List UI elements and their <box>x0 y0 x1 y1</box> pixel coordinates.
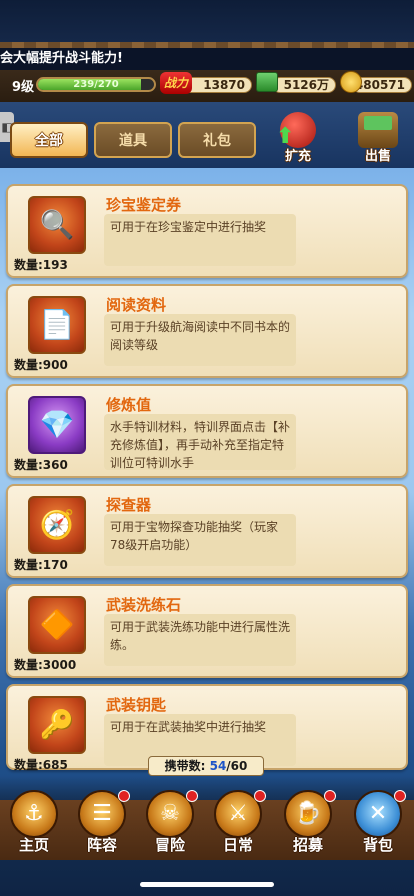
item-name: 修炼值 <box>106 396 152 414</box>
nav-label: 阵容 <box>86 836 117 854</box>
notification-dot <box>254 790 266 802</box>
news-ticker: 会大幅提升战斗能力! <box>0 48 414 70</box>
item-card[interactable]: 🔍 数量:193 珍宝鉴定券 可用于在珍宝鉴定中进行抽奖 <box>6 184 408 278</box>
item-card[interactable]: 💎 数量:360 修炼值 水手特训材料，特训界面点击【补充修炼值】，再手动补充至… <box>6 384 408 478</box>
item-description: 可用于升级航海阅读中不同书本的阅读等级 <box>104 314 296 366</box>
carry-counter: 携带数: 54/60 <box>148 756 264 776</box>
gold-coin-icon <box>340 71 362 93</box>
nav-recruit[interactable]: 🍺 招募 <box>278 790 338 856</box>
magnifier-icon: 🔍 <box>28 196 86 254</box>
notification-dot <box>118 790 130 802</box>
notification-dot <box>394 790 406 802</box>
item-quantity: 数量:170 <box>14 558 68 572</box>
item-name: 武装钥匙 <box>106 696 167 714</box>
item-name: 探查器 <box>106 496 152 514</box>
nav-label: 招募 <box>292 836 323 854</box>
nav-bag[interactable]: ✕ 背包 <box>348 790 408 856</box>
item-description: 水手特训材料，特训界面点击【补充修炼值】，再手动补充至指定特训位可特训水手 <box>104 414 296 470</box>
item-card[interactable]: 📄 数量:900 阅读资料 可用于升级航海阅读中不同书本的阅读等级 <box>6 284 408 378</box>
power-icon: 战力 <box>160 72 192 94</box>
key-icon: 🔑 <box>28 696 86 754</box>
home-icon: ⚓ <box>10 790 58 838</box>
tab-props[interactable]: 道具 <box>94 122 172 158</box>
sell-label: 出售 <box>364 149 391 164</box>
cash-icon <box>256 72 278 92</box>
player-level: 9级 <box>12 80 35 95</box>
nav-label: 冒险 <box>154 836 185 854</box>
carry-current: 54 <box>209 759 227 773</box>
item-description: 可用于在珍宝鉴定中进行抽奖 <box>104 214 296 266</box>
expand-label: 扩充 <box>284 149 311 164</box>
nav-label: 背包 <box>362 836 393 854</box>
nav-lineup[interactable]: ☰ 阵容 <box>72 790 132 856</box>
sell-button[interactable]: 出售 <box>352 112 404 164</box>
item-name: 珍宝鉴定券 <box>106 196 182 214</box>
carry-max: /60 <box>226 759 248 773</box>
item-description: 可用于宝物探查功能抽奖（玩家78级开启功能） <box>104 514 296 566</box>
detector-icon: 🧭 <box>28 496 86 554</box>
cash-value[interactable]: 5126万 <box>272 77 336 93</box>
document-icon: 📄 <box>28 296 86 354</box>
cash-stack-icon <box>364 116 392 130</box>
carry-label: 携带数: <box>164 759 206 773</box>
item-quantity: 数量:900 <box>14 358 68 372</box>
nav-adventure[interactable]: ☠ 冒险 <box>140 790 200 856</box>
tab-all[interactable]: 全部 <box>10 122 88 158</box>
crystal-icon: 💎 <box>28 396 86 454</box>
item-quantity: 数量:685 <box>14 758 68 772</box>
top-banner <box>0 0 414 48</box>
item-description: 可用于武装洗练功能中进行属性洗练。 <box>104 614 296 666</box>
item-quantity: 数量:3000 <box>14 658 77 672</box>
item-quantity: 数量:193 <box>14 258 68 272</box>
exp-text: 239/270 <box>73 79 119 90</box>
item-name: 阅读资料 <box>106 296 167 314</box>
item-name: 武装洗练石 <box>106 596 182 614</box>
notification-dot <box>324 790 336 802</box>
expand-button[interactable]: ⬆ 扩充 <box>272 112 324 164</box>
stone-icon: 🔶 <box>28 596 86 654</box>
item-quantity: 数量:360 <box>14 458 68 472</box>
nav-label: 主页 <box>18 836 49 854</box>
nav-daily[interactable]: ⚔ 日常 <box>208 790 268 856</box>
item-card[interactable]: 🧭 数量:170 探查器 可用于宝物探查功能抽奖（玩家78级开启功能） <box>6 484 408 578</box>
home-indicator[interactable] <box>140 882 274 887</box>
nav-home[interactable]: ⚓ 主页 <box>4 790 64 856</box>
notification-dot <box>186 790 198 802</box>
item-card[interactable]: 🔶 数量:3000 武装洗练石 可用于武装洗练功能中进行属性洗练。 <box>6 584 408 678</box>
tab-gift[interactable]: 礼包 <box>178 122 256 158</box>
nav-label: 日常 <box>222 836 253 854</box>
exp-bar: 239/270 <box>36 77 156 92</box>
